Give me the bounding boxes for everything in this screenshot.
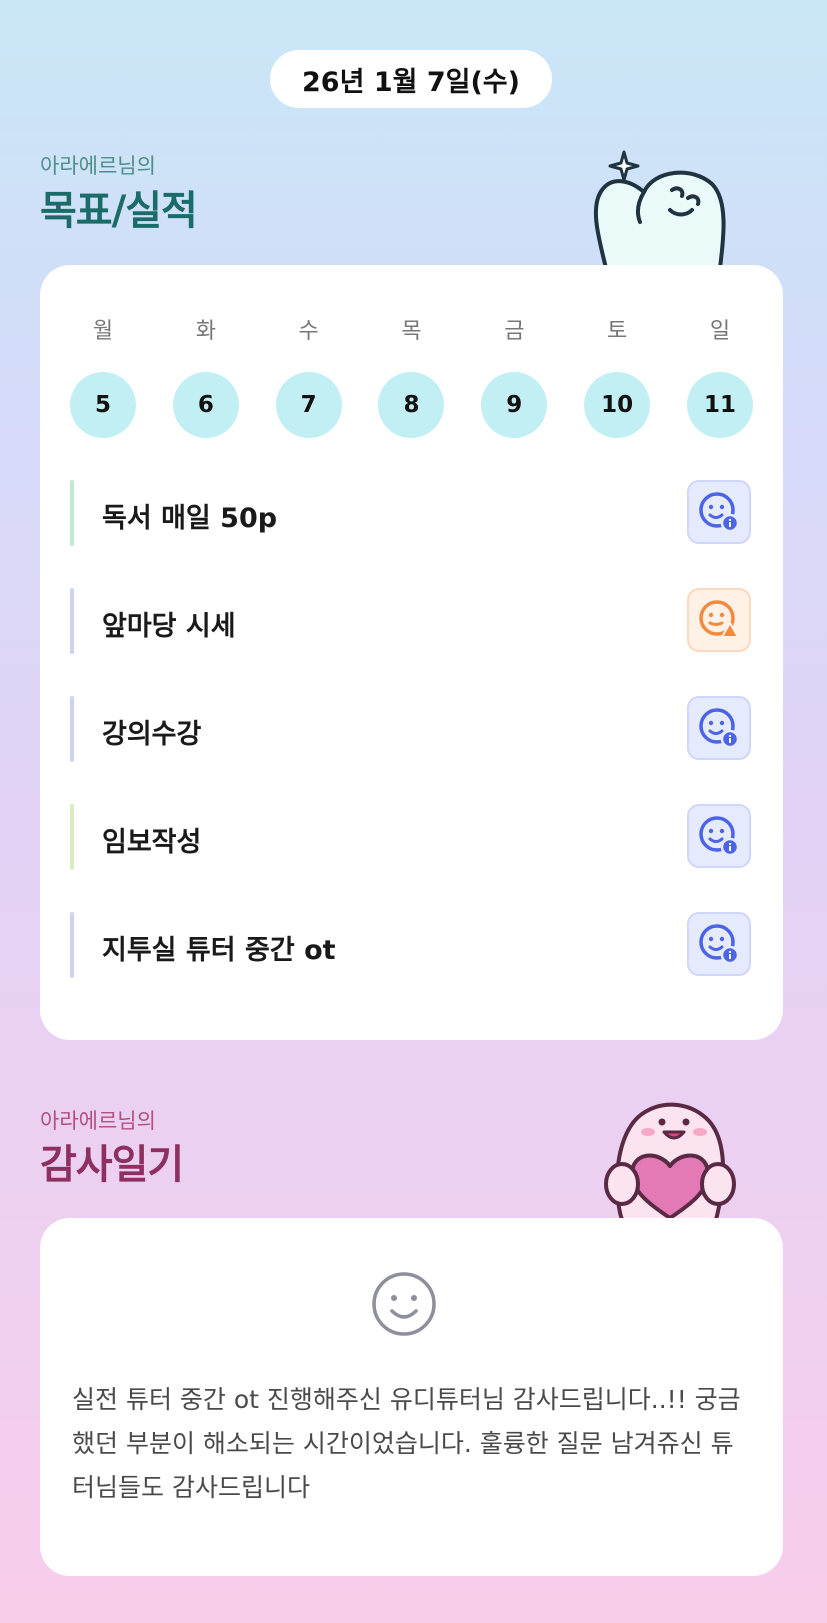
date-circle-8[interactable]: 8 (378, 372, 445, 438)
weekday-label: 월 (92, 319, 114, 344)
weekday-label: 금 (504, 319, 525, 344)
heart-mascot-illustration (604, 1102, 736, 1220)
date-circle-7[interactable]: 7 (275, 372, 342, 438)
week-dates-row: 5 6 7 8 9 10 11 (70, 372, 753, 438)
weekday-label: 토 (607, 319, 628, 344)
goal-item[interactable]: 강의수강 (70, 696, 751, 762)
goal-accent-bar (70, 588, 74, 654)
smiley-info-icon (699, 492, 740, 533)
date-pill[interactable]: 26년 1월 7일(수) (270, 50, 552, 108)
status-good-button[interactable] (687, 804, 751, 868)
date-label: 26년 1월 7일(수) (302, 66, 520, 98)
goal-accent-bar (70, 912, 74, 978)
goal-label: 앞마당 시세 (102, 611, 236, 642)
thanks-diary-card: 실전 튜터 중간 ot 진행해주신 유디튜터님 감사드립니다..!! 궁금했던 … (40, 1218, 783, 1576)
goal-accent-bar (70, 696, 74, 762)
goal-item[interactable]: 임보작성 (70, 804, 751, 870)
status-good-button[interactable] (687, 696, 751, 760)
goals-section-subtitle: 아라에르님의 (40, 154, 156, 178)
goal-label: 임보작성 (102, 827, 202, 858)
weekday-label: 일 (709, 319, 731, 344)
date-circle-10[interactable]: 10 (584, 372, 651, 438)
thanks-section-subtitle: 아라에르님의 (40, 1109, 156, 1133)
smiley-warning-icon (699, 600, 739, 638)
date-circle-5[interactable]: 5 (70, 372, 136, 438)
goal-label: 강의수강 (102, 719, 202, 750)
smiley-info-icon (699, 816, 740, 857)
status-warning-button[interactable] (687, 588, 751, 652)
weekday-label: 화 (195, 319, 216, 344)
weekday-header-row: 월 화 수 목 금 토 일 (70, 313, 753, 345)
date-circle-9[interactable]: 9 (481, 372, 548, 438)
status-good-button[interactable] (687, 480, 751, 544)
weekday-label: 수 (298, 319, 319, 344)
date-circle-11[interactable]: 11 (686, 372, 753, 438)
thanks-section-title: 감사일기 (40, 1142, 184, 1188)
goal-item[interactable]: 앞마당 시세 (70, 588, 751, 654)
weekday-label: 목 (401, 319, 422, 344)
waving-mascot-illustration (593, 150, 726, 268)
smiley-info-icon (699, 924, 740, 965)
status-good-button[interactable] (687, 912, 751, 976)
goal-item[interactable]: 지투실 튜터 중간 ot (70, 912, 751, 978)
date-circle-6[interactable]: 6 (172, 372, 239, 438)
goal-label: 독서 매일 50p (102, 503, 278, 534)
goal-label: 지투실 튜터 중간 ot (102, 935, 336, 966)
goal-item[interactable]: 독서 매일 50p (70, 480, 751, 546)
thanks-diary-text: 실전 튜터 중간 ot 진행해주신 유디튜터님 감사드립니다..!! 궁금했던 … (72, 1385, 741, 1502)
smiley-face-icon (372, 1272, 436, 1336)
smiley-info-icon (699, 708, 740, 749)
goal-accent-bar (70, 804, 74, 870)
goals-card: 월 화 수 목 금 토 일 5 6 7 8 9 10 11 독서 매일 50p (40, 265, 783, 1040)
goals-section-title: 목표/실적 (40, 188, 198, 234)
goal-accent-bar (70, 480, 74, 546)
